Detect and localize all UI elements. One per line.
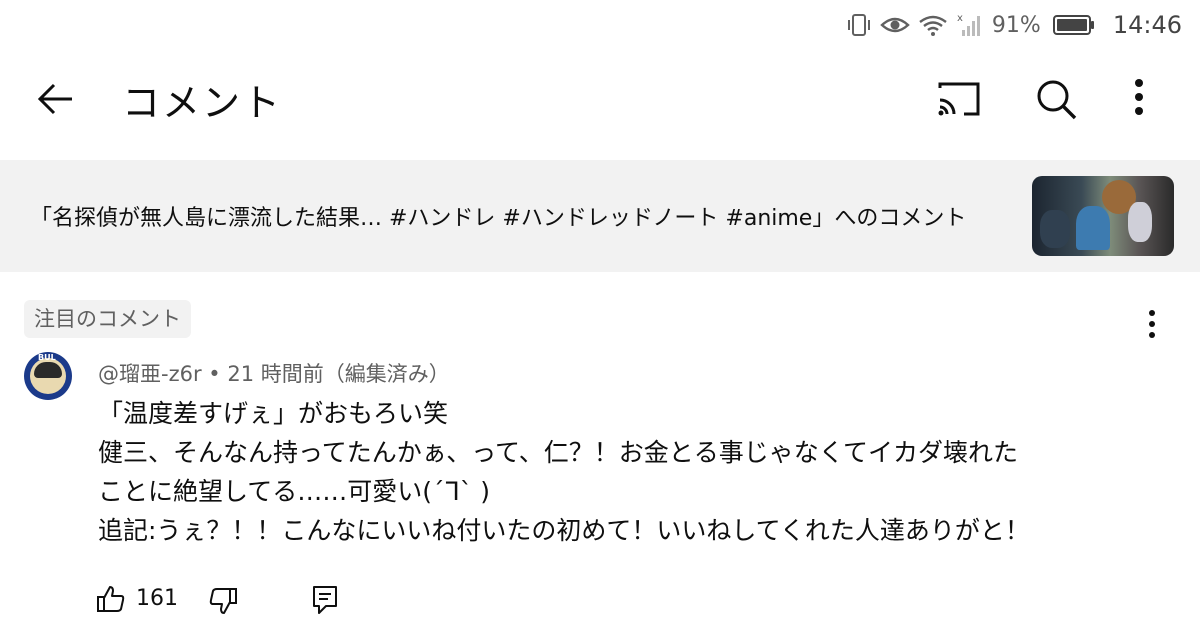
svg-text:x: x — [957, 13, 963, 24]
more-vert-icon — [1135, 79, 1143, 115]
reply-button[interactable] — [310, 584, 340, 620]
more-options-button[interactable] — [1124, 74, 1154, 124]
comment-author-meta[interactable]: @瑠亜-z6r • 21 時間前（編集済み） — [98, 358, 450, 388]
dislike-button[interactable] — [208, 586, 238, 620]
thumbs-up-icon — [97, 586, 125, 612]
search-button[interactable] — [1033, 76, 1079, 126]
video-title-text: 「名探偵が無人島に漂流した結果… #ハンドレ #ハンドレッドノート #anime… — [30, 206, 967, 231]
eye-icon — [880, 13, 910, 37]
highlighted-comment-label: 注目のコメント — [24, 300, 191, 338]
search-icon — [1037, 80, 1077, 120]
page-title: コメント — [122, 81, 283, 125]
like-count: 161 — [136, 586, 178, 611]
avatar-label: BUL — [38, 353, 56, 362]
clock: 14:46 — [1112, 11, 1182, 39]
video-banner[interactable]: 「名探偵が無人島に漂流した結果… #ハンドレ #ハンドレッドノート #anime… — [0, 160, 1200, 272]
video-thumbnail[interactable] — [1032, 176, 1174, 256]
comment-line: 「温度差すげぇ」がおもろい笑 — [98, 399, 449, 428]
status-bar: x 91% 14:46 — [0, 0, 1200, 50]
comment-more-button[interactable] — [1140, 308, 1164, 344]
app-bar: コメント — [0, 50, 1200, 144]
vibrate-icon — [846, 12, 872, 38]
comment-line: ことに絶望してる……可愛い(´ᒣ` ) — [98, 477, 490, 506]
back-arrow-icon — [37, 83, 72, 115]
thumbs-down-icon — [209, 588, 237, 614]
battery-percent: 91% — [991, 12, 1041, 38]
comment-body: 「温度差すげぇ」がおもろい笑 健三、そんなん持ってたんかぁ、って、仁？！お金とる… — [98, 394, 1030, 550]
more-vert-icon — [1149, 310, 1155, 338]
comment-line: 追記:うぇ？！！こんなにいいね付いたの初めて！いいねしてくれた人達ありがと！ — [98, 516, 1030, 545]
reply-icon — [313, 586, 337, 614]
signal-icon: x — [956, 12, 984, 38]
like-button[interactable] — [96, 584, 126, 618]
battery-icon — [1052, 14, 1095, 36]
wifi-icon — [918, 13, 948, 37]
avatar[interactable]: BUL — [24, 352, 72, 400]
back-button[interactable] — [32, 76, 78, 122]
comment-line: 健三、そんなん持ってたんかぁ、って、仁？！お金とる事じゃなくてイカダ壊れた — [98, 438, 1019, 467]
cast-button[interactable] — [934, 78, 984, 124]
cast-icon — [938, 82, 980, 116]
